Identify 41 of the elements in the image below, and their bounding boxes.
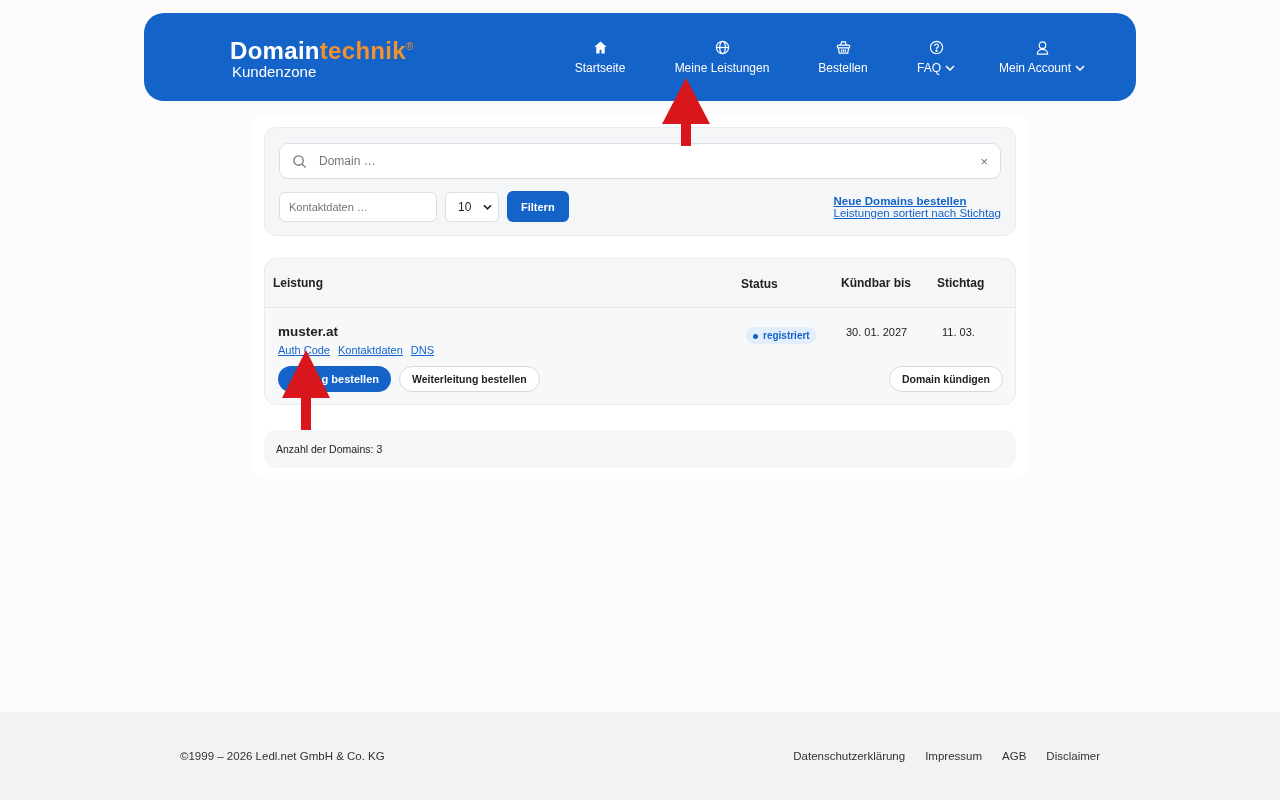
chevron-down-icon	[483, 203, 492, 210]
basket-icon	[835, 39, 851, 55]
nav-item[interactable]: FAQ	[892, 39, 980, 75]
filter-button[interactable]: Filtern	[507, 191, 569, 222]
nav-item[interactable]: Mein Account	[980, 39, 1104, 75]
footer-link[interactable]: Datenschutzerklärung	[793, 750, 906, 762]
page-size-select[interactable]: 10	[445, 191, 499, 222]
status-dot	[753, 333, 758, 339]
link[interactable]: Auth Code	[278, 344, 330, 356]
footer-link[interactable]: AGB	[1002, 750, 1027, 762]
nav-item[interactable]: Startseite	[550, 39, 650, 75]
domain-count: Anzahl der Domains: 3	[276, 443, 383, 455]
cancel-button[interactable]: Domain kündigen	[888, 366, 1003, 392]
link[interactable]: Kontaktdaten	[338, 344, 403, 356]
search-field[interactable]: Domain … ×	[279, 143, 1001, 179]
table-cell-text: 11. 03.	[942, 325, 976, 340]
table-cell-text: 30. 01. 2027	[846, 325, 909, 340]
clear-button[interactable]: ×	[980, 153, 988, 169]
column-header: Stichtag	[937, 276, 986, 290]
domain-name: muster.at	[278, 324, 339, 339]
footer-link[interactable]: Disclaimer	[1046, 750, 1100, 762]
status-badge: registriert	[746, 327, 817, 344]
arrow-icon	[662, 78, 710, 146]
globe-icon	[714, 39, 730, 55]
order-button[interactable]: Weiterleitung bestellen	[399, 366, 540, 392]
link[interactable]: DNS	[410, 344, 435, 356]
search-icon	[292, 153, 307, 169]
help-icon	[928, 39, 944, 55]
column-header: Kündbar bis	[841, 276, 912, 290]
user-icon	[1034, 39, 1050, 55]
footer-link[interactable]: Impressum	[925, 750, 983, 762]
nav-item[interactable]: Meine Leistungen	[650, 39, 794, 75]
link[interactable]: Neue Domains bestellen	[833, 194, 967, 207]
nav-item[interactable]: Bestellen	[794, 39, 892, 75]
logo-subtitle: Kundenzone	[232, 62, 318, 80]
link[interactable]: Leistungen sortiert nach Stichtag	[833, 206, 1001, 219]
copyright: ©1999 – 2026 Ledl.net GmbH & Co. KG	[180, 750, 385, 762]
logo[interactable]: Domaintechnik$^{®}$	[230, 34, 550, 63]
contact-field[interactable]: Kontaktdaten …	[279, 191, 437, 222]
column-header: Status	[741, 275, 779, 291]
home-icon	[592, 39, 608, 55]
